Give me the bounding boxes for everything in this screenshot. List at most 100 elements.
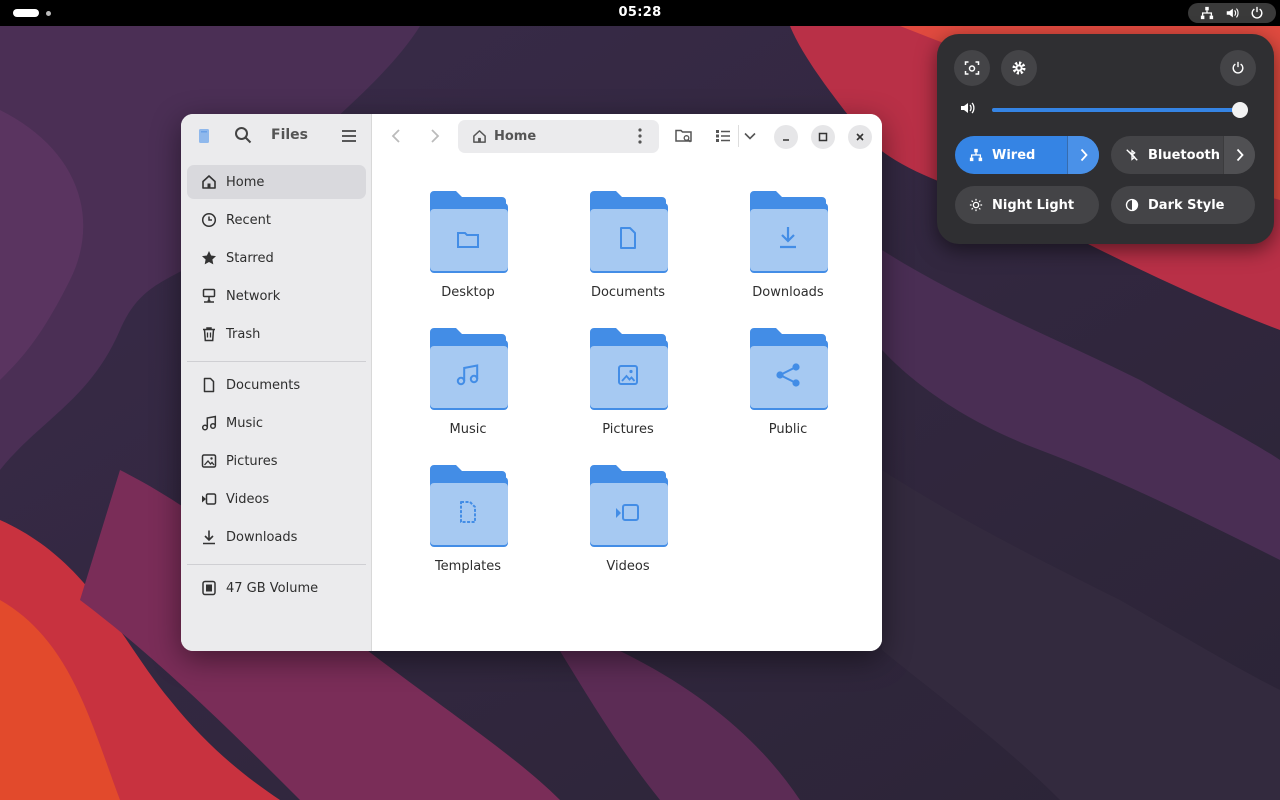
power-icon	[1232, 61, 1244, 74]
path-label: Home	[494, 129, 537, 144]
wired-network-icon	[1200, 6, 1213, 20]
download-icon	[203, 530, 215, 545]
folder-label: Desktop	[441, 285, 495, 300]
sidebar-item-recent[interactable]: Recent	[187, 203, 366, 237]
folder-desktop[interactable]: Desktop	[403, 191, 533, 316]
sidebar-item-label: Home	[226, 174, 265, 190]
sidebar-item-music[interactable]: Music	[187, 406, 366, 440]
screenshot-button[interactable]	[954, 50, 990, 86]
search-icon[interactable]	[234, 126, 252, 144]
path-bar[interactable]: Home	[458, 120, 659, 153]
dark-style-toggle[interactable]: Dark Style	[1111, 186, 1255, 224]
sidebar-item-downloads[interactable]: Downloads	[187, 520, 366, 554]
bluetooth-menu-button[interactable]	[1223, 136, 1255, 174]
home-icon	[473, 130, 486, 143]
sidebar-item-label: Trash	[226, 326, 261, 342]
power-menu-button[interactable]	[1220, 50, 1256, 86]
night-light-toggle[interactable]: Night Light	[955, 186, 1099, 224]
chevron-right-icon	[1236, 148, 1244, 162]
main-menu-icon[interactable]	[341, 129, 357, 143]
volume-icon	[1226, 8, 1239, 18]
files-window: Files Home Recent Starred Network Trash …	[181, 114, 882, 651]
folder-label: Documents	[590, 285, 666, 300]
main-view: Home Desktop Documents Downloads Music P…	[372, 114, 882, 651]
sidebar-item-label: Starred	[226, 250, 274, 266]
sidebar: Files Home Recent Starred Network Trash …	[181, 114, 372, 651]
sidebar-item-label: Recent	[226, 212, 271, 228]
clock-icon	[201, 212, 217, 228]
chevron-right-icon	[1080, 148, 1088, 162]
star-icon	[202, 251, 216, 265]
sidebar-item-volume[interactable]: 47 GB Volume	[187, 571, 366, 605]
toggle-label: Wired	[992, 147, 1036, 163]
volume-slider-handle[interactable]	[1232, 102, 1249, 118]
settings-button[interactable]	[1001, 50, 1037, 86]
volume-row	[959, 100, 975, 120]
volume-icon	[961, 102, 975, 114]
sidebar-item-label: Documents	[226, 377, 301, 393]
sidebar-separator	[187, 361, 366, 362]
wired-toggle[interactable]: Wired	[955, 136, 1099, 174]
sidebar-item-label: Network	[226, 288, 281, 304]
forward-button[interactable]	[425, 122, 445, 150]
system-menu-button[interactable]	[1188, 3, 1276, 23]
document-icon	[203, 377, 215, 393]
files-app-icon	[199, 129, 209, 143]
folder-label: Downloads	[752, 285, 824, 300]
toolbar-separator	[738, 125, 739, 147]
close-button[interactable]	[848, 125, 872, 149]
sidebar-item-label: Downloads	[226, 529, 298, 545]
sidebar-item-home[interactable]: Home	[187, 165, 366, 199]
view-options-button[interactable]	[741, 122, 759, 150]
dark-style-toggle-main[interactable]: Dark Style	[1111, 186, 1255, 224]
dark-style-icon	[1125, 198, 1139, 212]
power-icon	[1251, 6, 1263, 19]
close-icon	[856, 133, 864, 141]
minimize-button[interactable]	[774, 125, 798, 149]
sidebar-item-label: Music	[226, 415, 263, 431]
minimize-icon	[783, 139, 789, 141]
bluetooth-toggle-main[interactable]: Bluetooth	[1111, 136, 1223, 174]
night-light-icon	[969, 198, 983, 212]
maximize-button[interactable]	[811, 125, 835, 149]
sidebar-header: Files	[181, 114, 372, 158]
folder-pictures[interactable]: Pictures	[563, 328, 693, 453]
sidebar-item-pictures[interactable]: Pictures	[187, 444, 366, 478]
folder-icon	[430, 465, 508, 547]
sidebar-item-network[interactable]: Network	[187, 279, 366, 313]
trash-icon	[203, 327, 215, 342]
quick-settings-panel: Wired Bluetooth Night Light Dark Style	[937, 34, 1274, 244]
wired-toggle-main[interactable]: Wired	[955, 136, 1067, 174]
folder-label: Templates	[434, 559, 502, 574]
folder-documents[interactable]: Documents	[563, 191, 693, 316]
volume-slider[interactable]	[992, 102, 1249, 118]
wired-menu-button[interactable]	[1067, 136, 1099, 174]
folder-icon	[430, 328, 508, 410]
sidebar-item-trash[interactable]: Trash	[187, 317, 366, 351]
search-location-button[interactable]	[672, 122, 696, 150]
top-bar: 05:28	[0, 0, 1280, 26]
folder-music[interactable]: Music	[403, 328, 533, 453]
more-options-icon[interactable]	[638, 128, 642, 144]
chevron-down-icon	[744, 132, 756, 140]
bluetooth-toggle[interactable]: Bluetooth	[1111, 136, 1255, 174]
sidebar-item-starred[interactable]: Starred	[187, 241, 366, 275]
folder-public[interactable]: Public	[723, 328, 853, 453]
sidebar-item-label: Pictures	[226, 453, 278, 469]
night-light-toggle-main[interactable]: Night Light	[955, 186, 1099, 224]
folder-icon	[590, 328, 668, 410]
folder-templates[interactable]: Templates	[403, 465, 533, 590]
folder-label: Videos	[606, 559, 650, 574]
back-button[interactable]	[386, 122, 406, 150]
folder-videos[interactable]: Videos	[563, 465, 693, 590]
folder-label: Public	[768, 422, 808, 437]
sidebar-item-label: 47 GB Volume	[226, 580, 319, 596]
sidebar-item-documents[interactable]: Documents	[187, 368, 366, 402]
folder-downloads[interactable]: Downloads	[723, 191, 853, 316]
sidebar-item-videos[interactable]: Videos	[187, 482, 366, 516]
bluetooth-disabled-icon	[1126, 149, 1138, 161]
toggle-label: Night Light	[992, 197, 1075, 213]
clock[interactable]: 05:28	[0, 5, 1280, 20]
screenshot-icon	[964, 61, 980, 75]
view-list-button[interactable]	[711, 122, 735, 150]
